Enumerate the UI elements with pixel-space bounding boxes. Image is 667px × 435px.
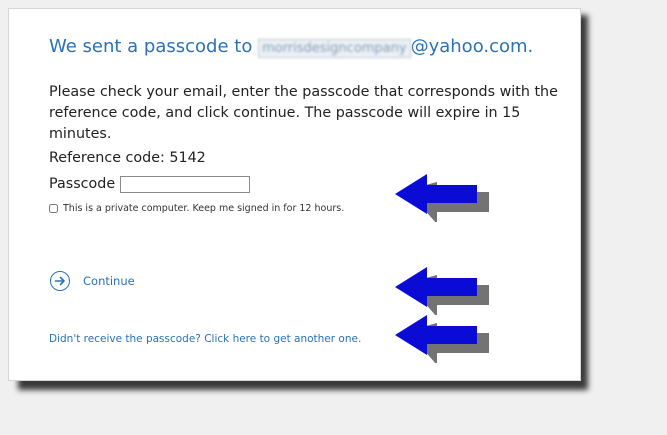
email-domain: @yahoo.com. [410,36,534,57]
keep-signed-in-label: This is a private computer. Keep me sign… [63,203,345,214]
continue-button[interactable]: Continue [50,271,135,291]
passcode-input[interactable] [120,176,250,193]
left-arrow-icon [395,267,489,315]
arrow-right-circle-icon [50,271,70,291]
passcode-dialog: We sent a passcode to morrisdesigncompan… [8,8,581,381]
keep-signed-in-row[interactable]: This is a private computer. Keep me sign… [49,203,344,214]
passcode-label: Passcode [49,176,116,192]
continue-label: Continue [83,274,135,288]
left-arrow-icon [395,315,489,363]
heading-prefix: We sent a passcode to [49,36,259,57]
instructions-text: Please check your email, enter the passc… [49,84,558,142]
resend-passcode-link[interactable]: Didn't receive the passcode? Click here … [49,333,361,345]
keep-signed-in-checkbox[interactable] [49,204,58,213]
reference-code: Reference code: 5142 [49,150,206,166]
dialog-heading: We sent a passcode to morrisdesigncompan… [49,36,533,58]
email-username-blurred: morrisdesigncompany [258,39,411,58]
left-arrow-icon [395,174,489,222]
